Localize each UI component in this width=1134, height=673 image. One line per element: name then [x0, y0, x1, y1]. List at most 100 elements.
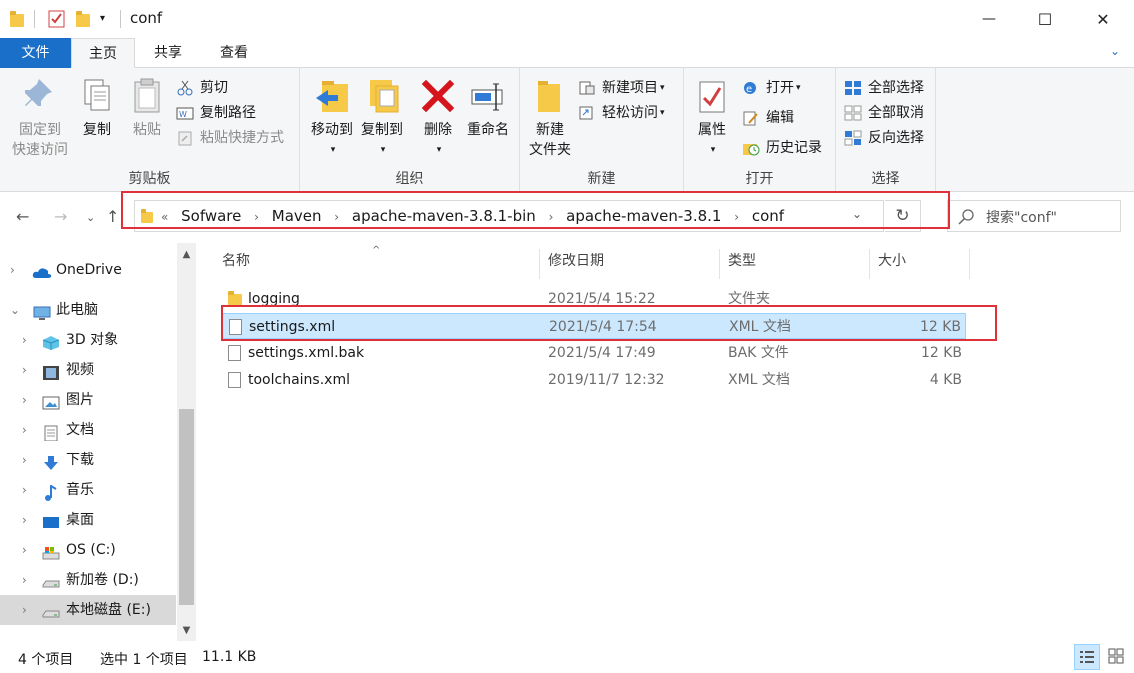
expand-chevron-icon[interactable]: › — [22, 355, 27, 385]
paste-shortcut-icon — [176, 130, 194, 146]
paste-shortcut-label: 粘贴快捷方式 — [200, 130, 284, 146]
nav-item-onedrive[interactable]: › OneDrive — [0, 255, 176, 285]
move-to-button[interactable]: 移动到 ▾ — [304, 74, 360, 160]
expand-chevron-icon[interactable]: › — [22, 535, 27, 565]
file-row[interactable]: settings.xml.bak 2021/5/4 17:49 BAK 文件 1… — [222, 340, 966, 366]
cut-label: 剪切 — [200, 80, 228, 96]
column-header-modified[interactable]: 修改日期 — [540, 249, 720, 279]
invert-selection-button[interactable]: 反向选择 — [844, 126, 924, 150]
tab-home[interactable]: 主页 — [71, 38, 135, 68]
expand-ribbon-icon[interactable]: ⌄ — [1110, 44, 1120, 58]
nav-item-pictures[interactable]: › 图片 — [0, 385, 176, 415]
nav-item-music[interactable]: › 音乐 — [0, 475, 176, 505]
expand-chevron-icon[interactable]: › — [22, 505, 27, 535]
nav-item-documents[interactable]: › 文档 — [0, 415, 176, 445]
minimize-button[interactable]: — — [960, 0, 1018, 38]
properties-quick-access-icon[interactable] — [48, 10, 66, 28]
search-box[interactable]: 搜索"conf" — [947, 200, 1121, 232]
customize-quick-access-icon[interactable]: ▾ — [100, 10, 112, 28]
new-item-button[interactable]: 新建项目 ▾ — [578, 76, 665, 100]
select-all-button[interactable]: 全部选择 — [844, 76, 924, 100]
back-arrow-icon[interactable]: ← — [16, 207, 29, 226]
cut-button[interactable]: 剪切 — [176, 76, 228, 100]
nav-item-videos[interactable]: › 视频 — [0, 355, 176, 385]
new-folder-button[interactable]: 新建 文件夹 — [524, 74, 576, 160]
history-button[interactable]: 历史记录 — [742, 136, 822, 160]
tab-file[interactable]: 文件 — [0, 38, 71, 68]
file-name: toolchains.xml — [248, 372, 350, 388]
paste-button[interactable]: 粘贴 — [124, 74, 170, 140]
document-icon — [42, 422, 60, 442]
large-icons-view-button[interactable] — [1104, 644, 1130, 670]
nav-item-desktop[interactable]: › 桌面 — [0, 505, 176, 535]
tab-view[interactable]: 查看 — [204, 38, 264, 68]
expand-chevron-icon[interactable]: › — [22, 385, 27, 415]
new-group: 新建 文件夹 新建项目 ▾ 轻松访问 ▾ 新建 — [520, 68, 684, 192]
expand-chevron-icon[interactable]: › — [22, 325, 27, 355]
expand-chevron-icon[interactable]: › — [22, 475, 27, 505]
expand-chevron-icon[interactable]: › — [22, 595, 27, 625]
collapse-chevron-icon[interactable]: ⌄ — [10, 295, 20, 325]
scroll-up-icon[interactable]: ▲ — [177, 249, 196, 260]
recent-locations-icon[interactable]: ⌄ — [86, 211, 95, 224]
window-title: conf — [130, 9, 163, 27]
copy-path-button[interactable]: W 复制路径 — [176, 101, 256, 125]
column-header-size[interactable]: 大小 — [870, 249, 970, 279]
nav-item-drive-c[interactable]: › OS (C:) — [0, 535, 176, 565]
forward-arrow-icon[interactable]: → — [54, 207, 67, 226]
properties-button[interactable]: 属性 ▾ — [688, 74, 736, 160]
new-item-icon — [578, 80, 596, 96]
scroll-down-icon[interactable]: ▼ — [177, 625, 196, 636]
easy-access-icon — [578, 105, 596, 121]
nav-scrollbar[interactable]: ▲ ▼ — [177, 243, 196, 641]
easy-access-button[interactable]: 轻松访问 ▾ — [578, 101, 665, 125]
select-all-icon — [844, 80, 862, 96]
open-button[interactable]: e 打开 ▾ — [742, 76, 801, 100]
title-bar: ▾ conf — ☐ ✕ — [0, 0, 1134, 38]
nav-item-label: 文档 — [66, 422, 94, 438]
tab-share[interactable]: 共享 — [138, 38, 198, 68]
column-size-label: 大小 — [878, 253, 906, 269]
scissors-icon — [176, 80, 194, 96]
details-view-button[interactable] — [1074, 644, 1100, 670]
easy-access-label: 轻松访问 — [602, 105, 658, 121]
nav-item-3d-objects[interactable]: › 3D 对象 — [0, 325, 176, 355]
search-placeholder: 搜索"conf" — [986, 210, 1057, 226]
scroll-thumb[interactable] — [179, 409, 194, 605]
copy-button[interactable]: 复制 — [74, 74, 120, 140]
picture-icon — [42, 392, 60, 410]
nav-item-drive-d[interactable]: › 新加卷 (D:) — [0, 565, 176, 595]
file-row[interactable]: toolchains.xml 2019/11/7 12:32 XML 文档 4 … — [222, 367, 966, 393]
file-modified: 2021/5/4 17:49 — [548, 345, 656, 361]
select-none-button[interactable]: 全部取消 — [844, 101, 924, 125]
paste-shortcut-button[interactable]: 粘贴快捷方式 — [176, 126, 284, 150]
expand-chevron-icon[interactable]: › — [22, 415, 27, 445]
nav-item-drive-e[interactable]: › 本地磁盘 (E:) — [0, 595, 176, 625]
nav-item-this-pc[interactable]: ⌄ 此电脑 — [0, 295, 176, 325]
move-to-label: 移动到 — [311, 122, 353, 138]
up-arrow-icon[interactable]: ↑ — [106, 207, 119, 226]
column-header-name[interactable]: ^ 名称 — [222, 245, 540, 279]
close-icon: ✕ — [1096, 9, 1110, 29]
edit-button[interactable]: 编辑 — [742, 106, 794, 130]
maximize-button[interactable]: ☐ — [1016, 0, 1074, 38]
copy-to-dropdown-icon: ▾ — [380, 145, 386, 155]
clipboard-group: 固定到 快速访问 复制 粘贴 剪切 W 复制路径 粘贴快捷方式 剪贴板 — [0, 68, 300, 192]
column-header-type[interactable]: 类型 — [720, 249, 870, 279]
expand-chevron-icon[interactable]: › — [10, 255, 15, 285]
expand-chevron-icon[interactable]: › — [22, 445, 27, 475]
large-icons-view-icon — [1108, 648, 1124, 664]
pin-label-1: 固定到 — [19, 122, 61, 138]
pin-label-2: 快速访问 — [12, 142, 68, 158]
new-folder-quick-access-icon[interactable] — [76, 10, 90, 28]
move-to-dropdown-icon: ▾ — [330, 145, 336, 155]
svg-text:e: e — [746, 84, 752, 95]
close-button[interactable]: ✕ — [1074, 0, 1132, 38]
pin-to-quick-access-button[interactable]: 固定到 快速访问 — [6, 74, 74, 160]
nav-item-downloads[interactable]: › 下载 — [0, 445, 176, 475]
rename-button[interactable]: 重命名 — [462, 74, 514, 140]
expand-chevron-icon[interactable]: › — [22, 565, 27, 595]
delete-button[interactable]: 删除 ▾ — [416, 74, 460, 160]
copy-to-button[interactable]: 复制到 ▾ — [356, 74, 408, 160]
clipboard-group-label: 剪贴板 — [128, 171, 171, 187]
